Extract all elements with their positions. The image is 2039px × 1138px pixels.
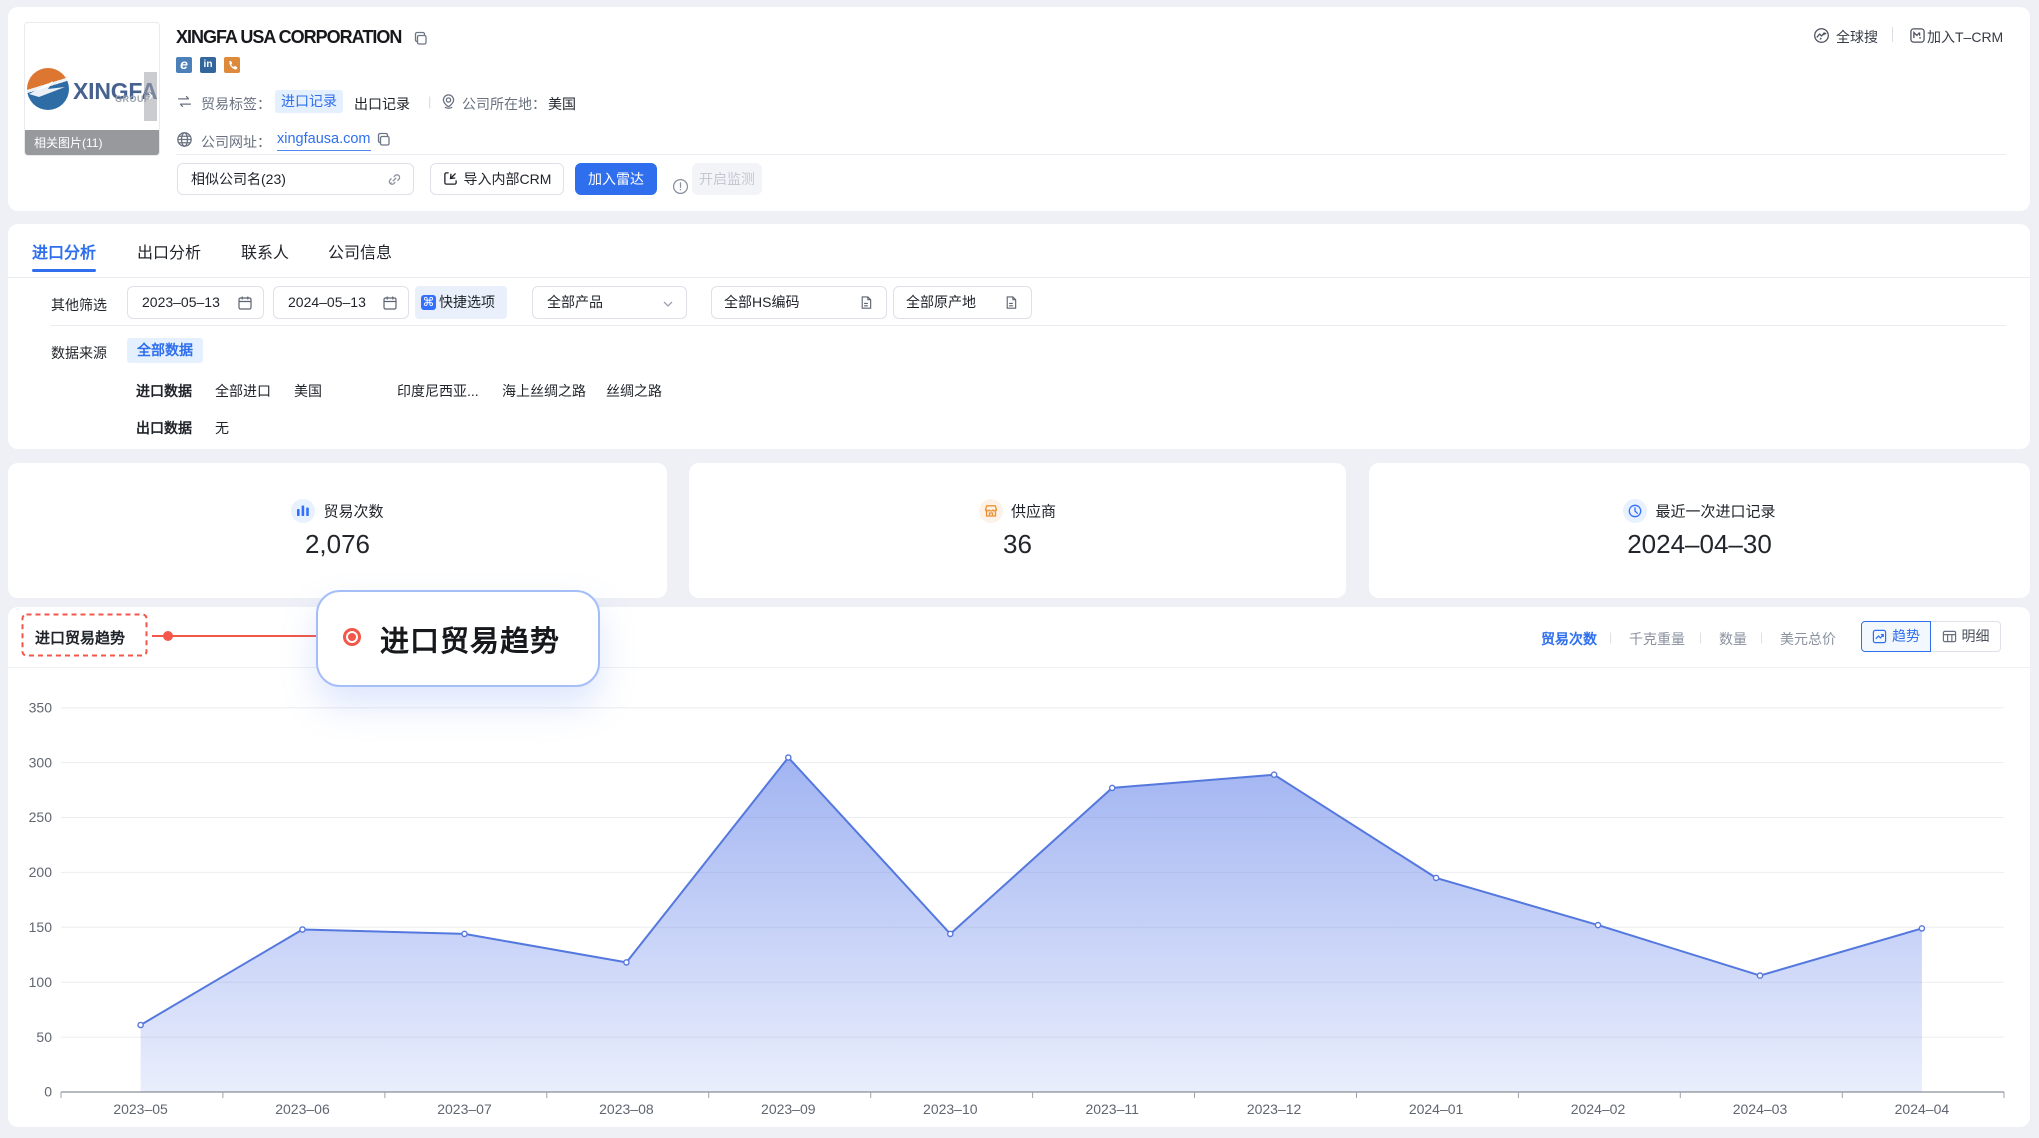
svg-text:300: 300 <box>29 754 53 770</box>
svg-text:2023–05: 2023–05 <box>113 1101 168 1117</box>
svg-text:2023–09: 2023–09 <box>761 1101 816 1117</box>
svg-text:2024–03: 2024–03 <box>1733 1101 1788 1117</box>
svg-text:150: 150 <box>29 919 53 935</box>
svg-text:2023–06: 2023–06 <box>275 1101 330 1117</box>
svg-text:2023–12: 2023–12 <box>1247 1101 1302 1117</box>
svg-text:100: 100 <box>29 974 53 990</box>
svg-text:2023–10: 2023–10 <box>923 1101 978 1117</box>
svg-text:2023–11: 2023–11 <box>1085 1101 1139 1117</box>
svg-text:200: 200 <box>29 864 53 880</box>
svg-text:2023–08: 2023–08 <box>599 1101 654 1117</box>
svg-text:2024–04: 2024–04 <box>1895 1101 1950 1117</box>
svg-text:2024–02: 2024–02 <box>1571 1101 1626 1117</box>
svg-text:350: 350 <box>29 699 53 715</box>
svg-text:50: 50 <box>36 1029 52 1045</box>
svg-text:2023–07: 2023–07 <box>437 1101 492 1117</box>
svg-text:250: 250 <box>29 809 53 825</box>
svg-text:0: 0 <box>44 1084 52 1100</box>
svg-text:2024–01: 2024–01 <box>1409 1101 1464 1117</box>
